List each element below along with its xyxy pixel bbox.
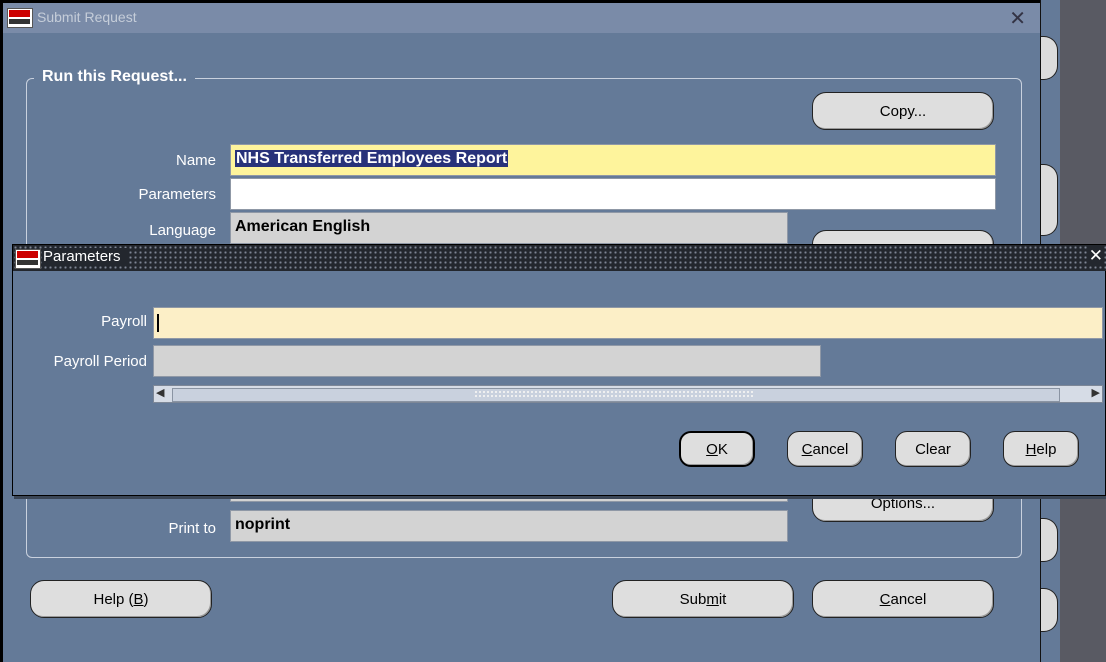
help-button[interactable]: Help (B) — [30, 580, 212, 618]
cancel-button-key: C — [879, 590, 891, 608]
print-to-label: Print to — [168, 520, 216, 537]
oracle-logo-icon — [15, 249, 41, 269]
cancel-button-text: ancel — [890, 590, 927, 608]
language-field[interactable]: American English — [230, 212, 788, 244]
ok-button-text: K — [717, 440, 728, 458]
submit-button[interactable]: Sub m it — [612, 580, 794, 618]
dialog-cancel-key: C — [801, 440, 813, 458]
parameters-dialog: Parameters ✕ Payroll Payroll Period ◀ ▶ … — [12, 244, 1106, 496]
parameters-field[interactable] — [230, 178, 996, 210]
group-title: Run this Request... — [34, 68, 195, 86]
ok-button-key: O — [706, 440, 718, 458]
payroll-period-field[interactable] — [153, 345, 821, 377]
window-title: Submit Request — [37, 9, 137, 25]
dialog-cancel-button[interactable]: Cancel — [787, 431, 863, 467]
dialog-titlebar[interactable]: Parameters ✕ — [13, 245, 1106, 271]
name-label: Name — [175, 152, 216, 169]
submit-button-text: Sub — [679, 590, 707, 608]
dialog-title: Parameters — [43, 248, 127, 265]
cancel-button[interactable]: Cancel — [812, 580, 994, 618]
window-titlebar[interactable]: Submit Request ✕ — [3, 3, 1040, 33]
text-cursor — [157, 314, 159, 332]
payroll-label: Payroll — [101, 313, 147, 330]
copy-button[interactable]: Copy... — [812, 92, 994, 130]
background-button — [1041, 36, 1058, 80]
help-button-key: B — [133, 590, 144, 608]
scrollbar-grip — [474, 390, 754, 398]
help-button-text: Help ( — [93, 590, 134, 608]
submit-button-key: m — [706, 590, 719, 608]
oracle-logo-icon — [7, 8, 33, 28]
dialog-help-key: H — [1025, 440, 1037, 458]
dialog-cancel-text: ancel — [812, 440, 849, 458]
background-button — [1041, 164, 1058, 236]
parameters-label: Parameters — [138, 186, 216, 203]
payroll-period-label: Payroll Period — [53, 353, 147, 370]
payroll-field[interactable] — [153, 307, 1103, 339]
dialog-help-text: elp — [1036, 440, 1057, 458]
scroll-left-icon[interactable]: ◀ — [156, 386, 164, 399]
scroll-right-icon[interactable]: ▶ — [1092, 386, 1100, 399]
submit-button-text-end: it — [718, 590, 727, 608]
name-value: NHS Transferred Employees Report — [235, 150, 509, 167]
language-label: Language — [149, 222, 216, 239]
help-button-text-end: ) — [143, 590, 149, 608]
background-button — [1041, 588, 1058, 632]
close-icon[interactable]: ✕ — [1088, 246, 1103, 266]
ok-button[interactable]: OK — [679, 431, 755, 467]
background-button — [1041, 518, 1058, 562]
close-icon[interactable]: ✕ — [1009, 6, 1026, 31]
print-to-field[interactable]: noprint — [230, 510, 788, 542]
dialog-help-button[interactable]: Help — [1003, 431, 1079, 467]
clear-button[interactable]: Clear — [895, 431, 971, 467]
name-field[interactable]: NHS Transferred Employees Report — [230, 144, 996, 176]
horizontal-scrollbar[interactable]: ◀ ▶ — [153, 385, 1103, 403]
